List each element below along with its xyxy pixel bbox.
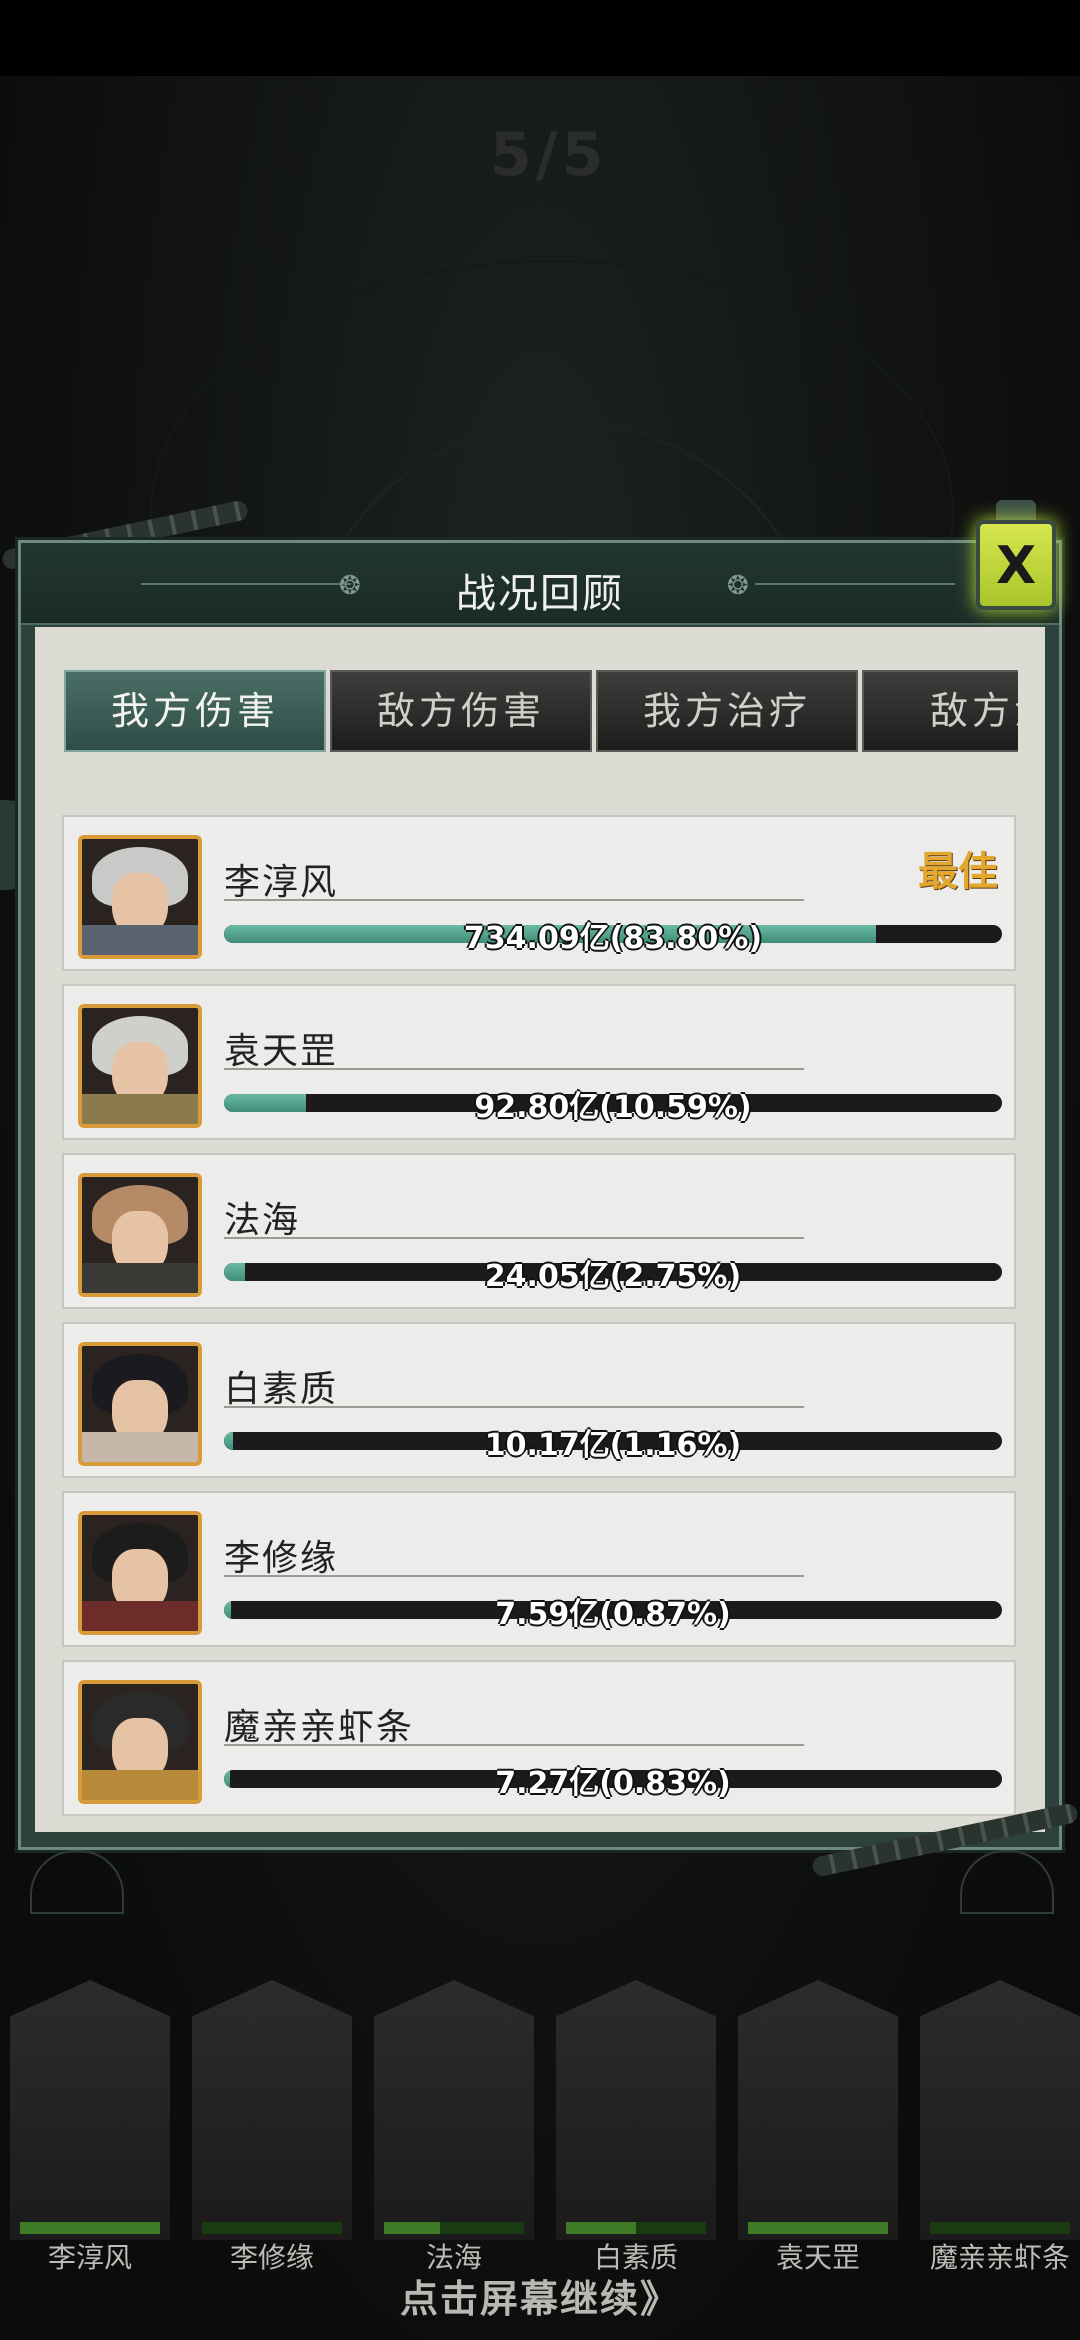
hero-card[interactable]: 白素质 [556, 1980, 716, 2280]
hero-avatar [78, 1680, 202, 1804]
panel-title: 战况回顾 [456, 571, 624, 617]
tab-my-healing[interactable]: 我方治疗 [596, 670, 858, 752]
hero-name: 李修缘 [224, 1538, 339, 1579]
lantern-cap [996, 500, 1036, 522]
hero-hp-bar [566, 2222, 706, 2234]
damage-value: 92.80亿(10.59%) [474, 1090, 752, 1125]
damage-value: 24.05亿(2.75%) [484, 1259, 742, 1294]
name-underline [224, 1237, 804, 1239]
hero-avatar [78, 835, 202, 959]
hero-avatar [78, 1173, 202, 1297]
damage-value: 7.59亿(0.87%) [495, 1597, 731, 1632]
tab-enemy-damage[interactable]: 敌方伤害 [330, 670, 592, 752]
hero-card[interactable]: 袁天罡 [738, 1980, 898, 2280]
avatar-body [82, 1601, 198, 1631]
hero-name: 魔亲亲虾条 [224, 1707, 415, 1748]
damage-row[interactable]: 袁天罡 92.80亿(10.59%) [62, 984, 1016, 1140]
hero-hp-fill [748, 2222, 888, 2234]
hero-hp-bar [930, 2222, 1070, 2234]
hero-name: 白素质 [224, 1369, 339, 1410]
hero-avatar [78, 1342, 202, 1466]
avatar-body [82, 1432, 198, 1462]
title-divider [755, 583, 955, 585]
damage-row[interactable]: 李修缘 7.59亿(0.87%) [62, 1491, 1016, 1647]
damage-row[interactable]: 李淳风 734.09亿(83.80%) 最佳 [62, 815, 1016, 971]
hero-card[interactable]: 魔亲亲虾条 [920, 1980, 1080, 2280]
hero-card[interactable]: 法海 [374, 1980, 534, 2280]
hero-hp-bar [202, 2222, 342, 2234]
avatar-body [82, 925, 198, 955]
swirl-icon: ❂ [727, 571, 749, 601]
close-icon: X [995, 536, 1037, 596]
hero-card-frame [192, 1980, 352, 2240]
tab-enemy-healing[interactable]: 敌方治 [862, 670, 1018, 752]
hero-name: 法海 [224, 1200, 301, 1241]
damage-value: 10.17亿(1.16%) [484, 1428, 742, 1463]
name-underline [224, 1068, 804, 1070]
hero-hp-bar [20, 2222, 160, 2234]
status-bar [0, 0, 1080, 76]
hero-card-frame [738, 1980, 898, 2240]
damage-value: 734.09亿(83.80%) [463, 921, 763, 956]
avatar-body [82, 1770, 198, 1800]
hero-card-frame [10, 1980, 170, 2240]
close-button[interactable]: X [968, 500, 1064, 630]
hero-hp-bar [384, 2222, 524, 2234]
hero-card[interactable]: 李淳风 [10, 1980, 170, 2280]
avatar-body [82, 1094, 198, 1124]
name-underline [224, 1744, 804, 1746]
best-badge: 最佳 [918, 849, 998, 895]
stat-tabs: 我方伤害 敌方伤害 我方治疗 敌方治 [48, 670, 1018, 754]
hero-hp-fill [566, 2222, 636, 2234]
name-underline [224, 1406, 804, 1408]
name-underline [224, 899, 804, 901]
hero-hp-fill [384, 2222, 440, 2234]
damage-row[interactable]: 法海 24.05亿(2.75%) [62, 1153, 1016, 1309]
hero-card-row: 李淳风 李修缘 法海 白素质 袁天罡 魔亲亲虾条 [0, 1980, 1080, 2280]
avatar-body [82, 1263, 198, 1293]
panel-header: ❂ 战况回顾 ❂ [21, 543, 1059, 625]
hero-card-frame [556, 1980, 716, 2240]
hero-avatar [78, 1004, 202, 1128]
damage-row[interactable]: 白素质 10.17亿(1.16%) [62, 1322, 1016, 1478]
name-underline [224, 1575, 804, 1577]
hero-avatar [78, 1511, 202, 1635]
damage-row[interactable]: 魔亲亲虾条 7.27亿(0.83%) [62, 1660, 1016, 1816]
hero-hp-bar [748, 2222, 888, 2234]
tab-my-damage[interactable]: 我方伤害 [64, 670, 326, 752]
damage-value: 7.27亿(0.83%) [495, 1766, 731, 1801]
hero-name: 李淳风 [224, 862, 339, 903]
hero-hp-fill [20, 2222, 160, 2234]
lantern-icon: X [976, 520, 1056, 610]
hero-card-frame [920, 1980, 1080, 2240]
hero-name: 袁天罡 [224, 1031, 339, 1072]
hero-card-frame [374, 1980, 534, 2240]
tap-to-continue[interactable]: 点击屏幕继续》 [0, 2268, 1080, 2323]
hero-card[interactable]: 李修缘 [192, 1980, 352, 2280]
wave-indicator: 5/5 [490, 120, 608, 190]
